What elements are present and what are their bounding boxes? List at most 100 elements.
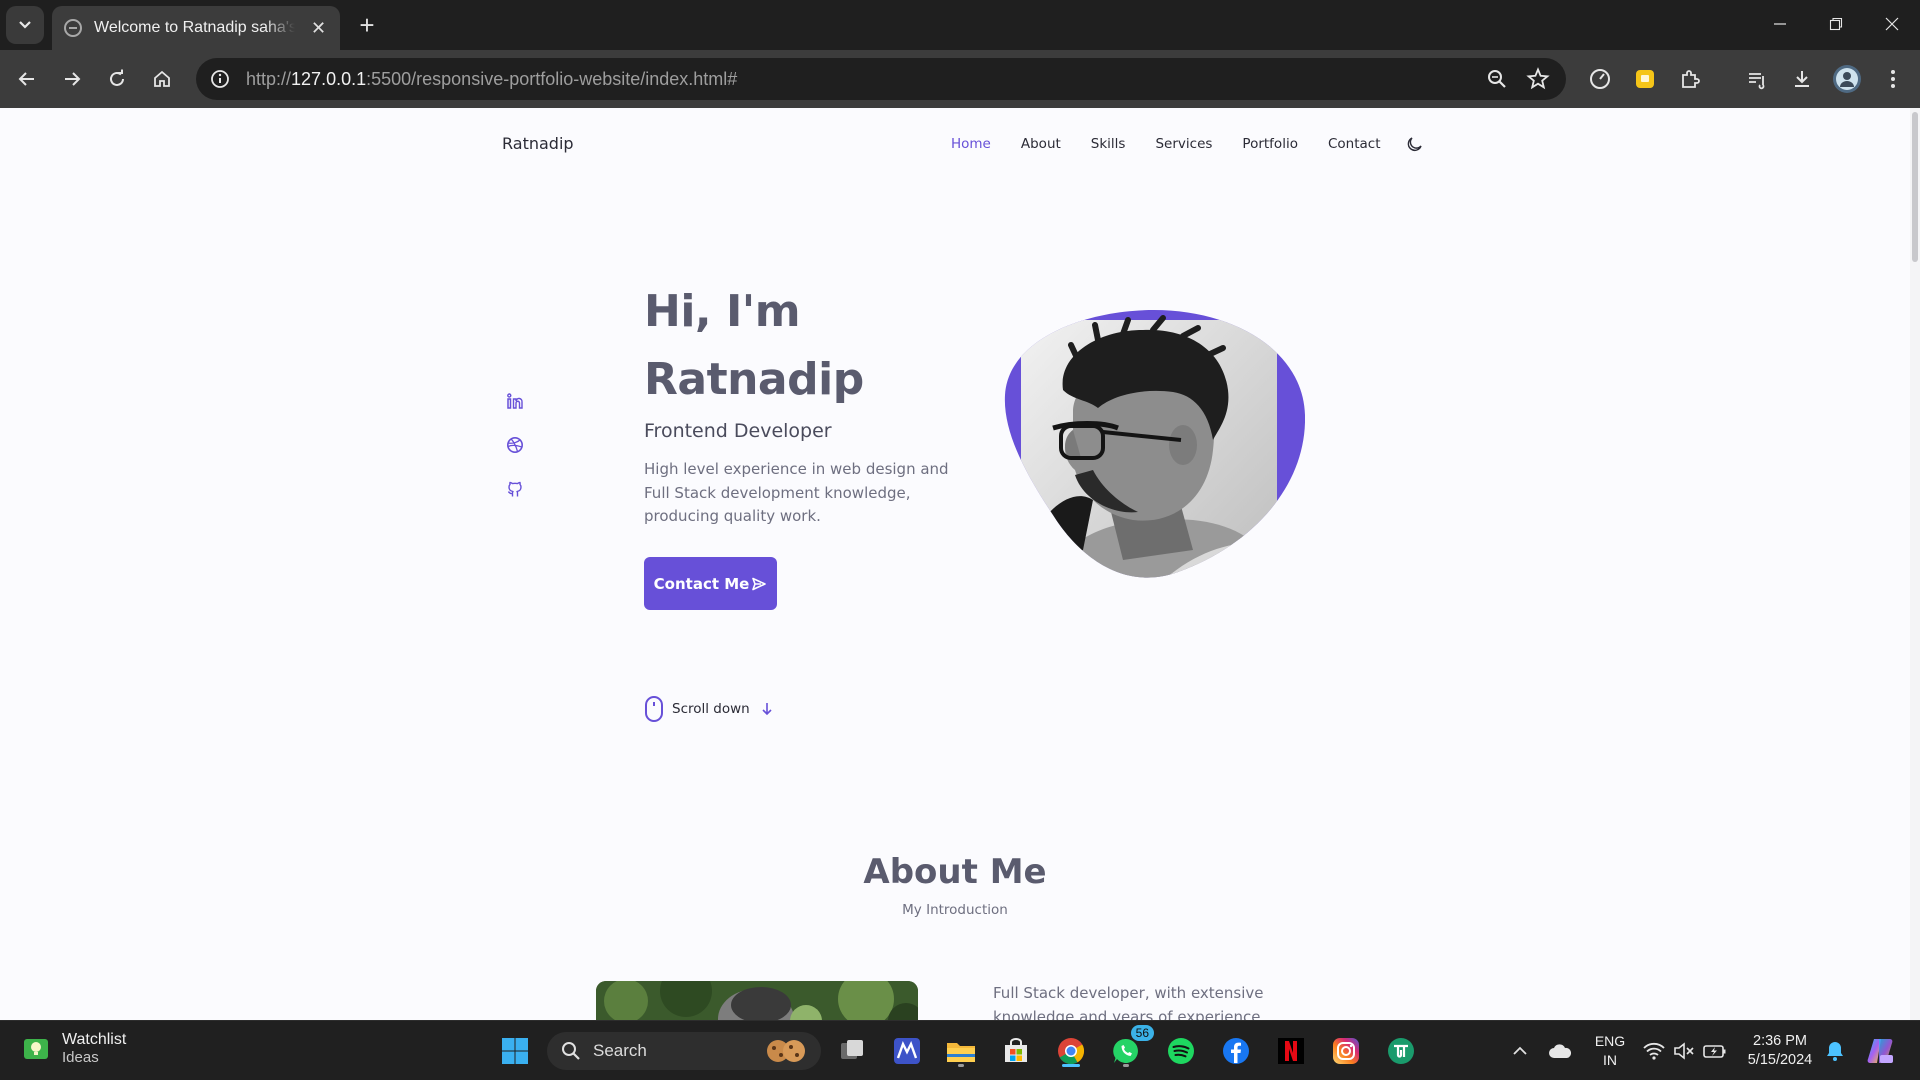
dribbble-icon [507, 437, 523, 453]
theme-toggle-button[interactable] [1405, 134, 1425, 154]
widget-title: Watchlist [62, 1031, 127, 1048]
netflix-icon [1278, 1038, 1304, 1064]
taskbar-app-hindi-keyboard[interactable] [1383, 1033, 1419, 1069]
cloud-icon [1549, 1044, 1572, 1058]
zoom-button[interactable] [1486, 68, 1508, 94]
notifications-button[interactable] [1817, 1033, 1853, 1069]
note-extension-icon [1636, 70, 1654, 88]
copilot-button[interactable] [1862, 1033, 1898, 1069]
speedometer-icon [1590, 69, 1610, 89]
extension-note-button[interactable] [1628, 62, 1662, 96]
arrow-down-icon [762, 703, 772, 716]
globe-icon [64, 19, 82, 37]
scrollbar-thumb[interactable] [1912, 112, 1918, 262]
chevron-down-icon [19, 21, 31, 29]
dribbble-link[interactable] [505, 435, 525, 455]
store-icon [1005, 1038, 1027, 1062]
nav-link-portfolio[interactable]: Portfolio [1242, 136, 1298, 152]
linkedin-link[interactable] [505, 391, 525, 411]
restore-icon [1829, 17, 1843, 31]
about-section-title: About Me [863, 852, 1047, 892]
taskbar-app-mathpix[interactable] [889, 1033, 925, 1069]
onedrive-button[interactable] [1542, 1033, 1578, 1069]
nav-link-services[interactable]: Services [1155, 136, 1212, 152]
spotify-icon [1168, 1038, 1194, 1064]
github-link[interactable] [505, 479, 525, 499]
language-line1: ENG [1594, 1033, 1626, 1049]
browser-toolbar: http://127.0.0.1:5500/responsive-portfol… [0, 50, 1920, 108]
chevron-up-icon [1513, 1046, 1527, 1055]
reload-button[interactable] [100, 62, 134, 96]
downloads-button[interactable] [1785, 62, 1819, 96]
profile-button[interactable] [1830, 62, 1864, 96]
taskbar-search[interactable]: Search [547, 1032, 821, 1070]
taskbar-app-file-explorer[interactable] [943, 1033, 979, 1069]
hero-title-line1: Hi, I'm [644, 286, 801, 337]
wifi-icon [1643, 1042, 1665, 1060]
media-control-button[interactable] [1740, 62, 1774, 96]
taskbar-app-facebook[interactable] [1218, 1033, 1254, 1069]
site-info-button[interactable] [206, 65, 234, 93]
scroll-down-button[interactable]: Scroll down [644, 695, 774, 723]
running-indicator-active [1062, 1064, 1080, 1067]
task-view-button[interactable] [834, 1033, 870, 1069]
contact-me-button[interactable]: Contact Me [644, 557, 777, 610]
nav-link-skills[interactable]: Skills [1091, 136, 1126, 152]
browser-tab-active[interactable]: Welcome to Ratnadip saha's portfolio ✕ [52, 6, 340, 50]
avatar [1833, 65, 1861, 93]
search-icon [562, 1042, 580, 1060]
tab-search-button[interactable] [6, 6, 44, 44]
taskbar-app-spotify[interactable] [1163, 1033, 1199, 1069]
home-button[interactable] [145, 62, 179, 96]
tray-overflow-button[interactable] [1502, 1033, 1538, 1069]
zoom-icon [1488, 70, 1506, 88]
folder-icon [947, 1043, 975, 1062]
tab-close-button[interactable]: ✕ [309, 18, 328, 39]
close-window-button[interactable] [1864, 0, 1920, 48]
about-description: Full Stack developer, with extensive kno… [993, 984, 1266, 1020]
back-button[interactable] [10, 62, 44, 96]
new-tab-button[interactable]: + [352, 10, 382, 40]
battery-charging-icon [1703, 1045, 1726, 1058]
extension-speed-button[interactable] [1583, 62, 1617, 96]
site-logo[interactable]: Ratnadip [502, 134, 574, 153]
start-button[interactable] [497, 1033, 533, 1069]
widget-subtitle: Ideas [62, 1049, 99, 1066]
restore-button[interactable] [1808, 0, 1864, 48]
cookies-icon [767, 1040, 805, 1062]
linkedin-icon [507, 393, 523, 409]
tab-title: Welcome to Ratnadip saha's portfolio [94, 19, 296, 36]
about-image [596, 981, 918, 1020]
page-scrollbar[interactable] [1910, 108, 1920, 1020]
hindi-app-icon [1388, 1038, 1414, 1064]
bell-icon [1827, 1042, 1843, 1061]
nav-link-contact[interactable]: Contact [1328, 136, 1381, 152]
clock[interactable]: 2:36 PM 5/15/2024 [1738, 1032, 1822, 1070]
download-icon [1795, 71, 1809, 87]
battery-button[interactable] [1697, 1033, 1733, 1069]
task-view-icon [841, 1040, 863, 1059]
taskbar-app-whatsapp[interactable]: 56 [1108, 1025, 1154, 1069]
taskbar-app-instagram[interactable] [1328, 1033, 1364, 1069]
taskbar-app-netflix[interactable] [1273, 1033, 1309, 1069]
taskbar-app-chrome[interactable] [1053, 1033, 1089, 1069]
bookmark-button[interactable] [1526, 67, 1550, 95]
nav-link-about[interactable]: About [1021, 136, 1061, 152]
clock-time: 2:36 PM [1753, 1033, 1807, 1049]
hero-subtitle: Frontend Developer [644, 420, 832, 442]
mouse-icon [645, 696, 663, 722]
taskbar-app-store[interactable] [998, 1033, 1034, 1069]
widgets-button[interactable]: Watchlist Ideas [22, 1031, 126, 1066]
browser-menu-button[interactable] [1876, 62, 1910, 96]
nav-link-home[interactable]: Home [951, 136, 991, 152]
running-indicator [1123, 1064, 1129, 1067]
hero-description: High level experience in web design and … [644, 460, 949, 525]
language-indicator[interactable]: ENG IN [1590, 1032, 1630, 1070]
minimize-button[interactable] [1752, 0, 1808, 48]
browser-tab-strip: Welcome to Ratnadip saha's portfolio ✕ + [0, 0, 1920, 50]
facebook-icon [1223, 1038, 1249, 1064]
address-bar[interactable]: http://127.0.0.1:5500/responsive-portfol… [196, 58, 1566, 100]
kebab-menu-icon [1891, 70, 1895, 88]
forward-button[interactable] [55, 62, 89, 96]
extensions-button[interactable] [1673, 62, 1707, 96]
